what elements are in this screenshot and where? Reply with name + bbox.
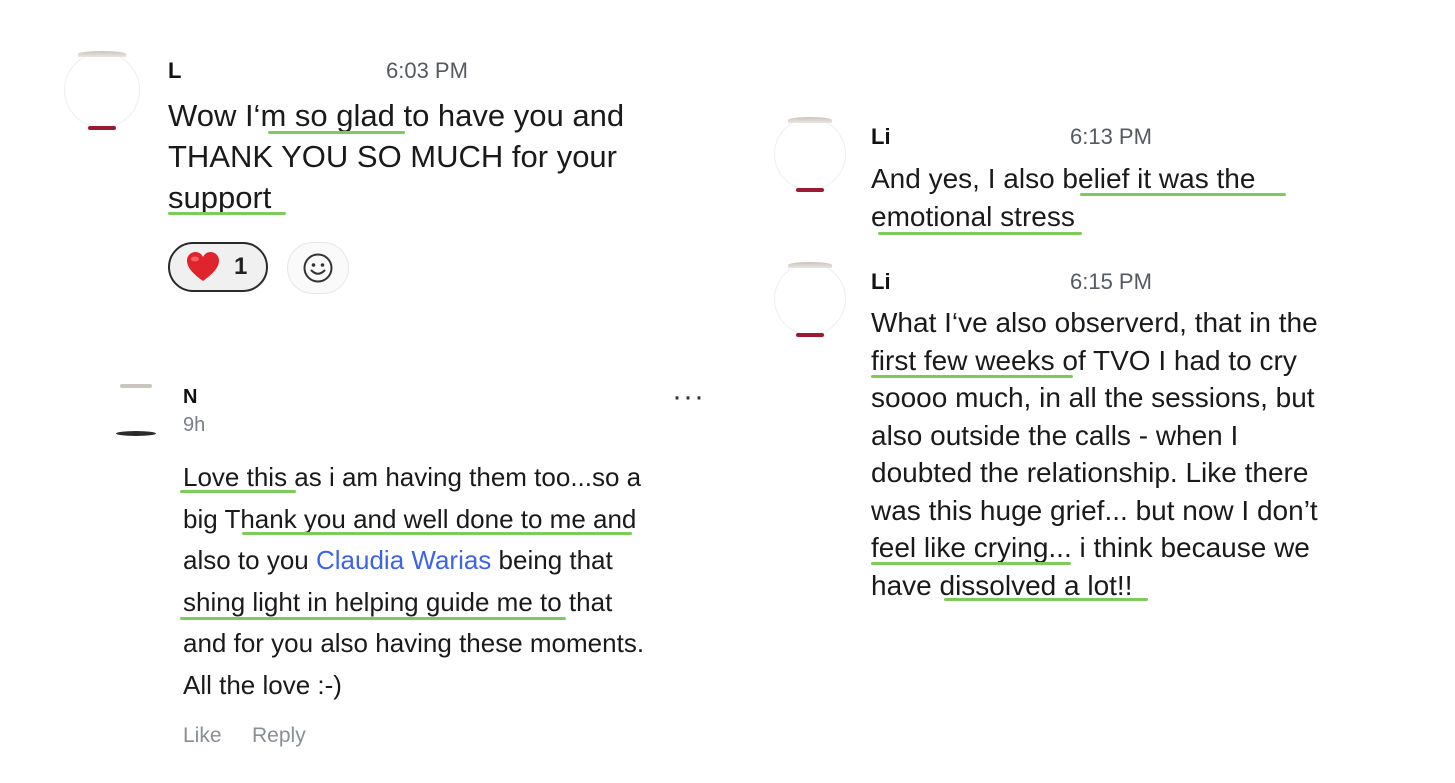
reaction-count: 1 — [234, 253, 248, 280]
comment-timestamp: 9h — [183, 414, 206, 436]
highlight-underline — [180, 490, 296, 493]
mention-link[interactable]: Claudia Warias — [316, 545, 491, 575]
highlight-underline — [168, 212, 286, 215]
heart-reaction-button[interactable]: 1 — [168, 242, 268, 292]
message-line: Wow I‘m so glad to have you and — [168, 98, 625, 133]
message-line: was this huge grief... but now I don’t — [871, 494, 1318, 526]
avatar-li[interactable] — [774, 117, 846, 192]
comment-text: also to you — [183, 545, 316, 575]
timestamp: 6:03 PM — [386, 58, 468, 83]
highlight-underline — [871, 562, 1071, 565]
comment-author-name[interactable]: N — [183, 386, 197, 409]
message-line: THANK YOU SO MUCH for your — [168, 139, 618, 174]
comment-line: and for you also having these moments. — [183, 628, 645, 658]
heart-icon — [187, 252, 219, 281]
message-line: also outside the calls - when I — [871, 419, 1239, 451]
avatar-li[interactable] — [774, 262, 846, 337]
like-button[interactable]: Like — [183, 724, 222, 748]
avatar-n[interactable] — [116, 384, 156, 436]
message-line: soooo much, in all the sessions, but — [871, 382, 1315, 413]
timestamp: 6:15 PM — [1070, 269, 1152, 294]
reply-button[interactable]: Reply — [252, 724, 306, 748]
author-name[interactable]: L — [168, 58, 181, 84]
comment-text: being that — [491, 545, 613, 575]
more-options-icon[interactable]: ··· — [672, 380, 705, 414]
comment-line: also to you Claudia Warias being that — [183, 540, 613, 582]
avatar-l[interactable] — [64, 51, 140, 130]
timestamp: 6:13 PM — [1070, 124, 1152, 149]
message-line: What I‘ve also observerd, that in the — [871, 307, 1318, 338]
highlight-underline — [268, 131, 405, 134]
smiley-add-icon — [303, 253, 333, 283]
highlight-underline — [944, 598, 1148, 601]
message-line: doubted the relationship. Like there — [871, 457, 1309, 488]
comment-line: All the love :-) — [183, 669, 342, 700]
message-line: first few weeks of TVO I had to cry — [871, 344, 1297, 376]
author-name[interactable]: Li — [871, 124, 891, 150]
message-line: feel like crying... i think because we — [871, 532, 1310, 563]
highlight-underline — [1080, 193, 1286, 196]
highlight-underline — [871, 375, 1073, 378]
add-reaction-button[interactable] — [287, 242, 349, 294]
highlight-underline — [242, 532, 632, 535]
highlight-underline — [180, 617, 566, 620]
message-line: And yes, I also belief it was the — [871, 163, 1256, 194]
author-name[interactable]: Li — [871, 269, 891, 295]
message-line: emotional stress — [871, 200, 1075, 232]
highlight-underline — [878, 232, 1082, 235]
